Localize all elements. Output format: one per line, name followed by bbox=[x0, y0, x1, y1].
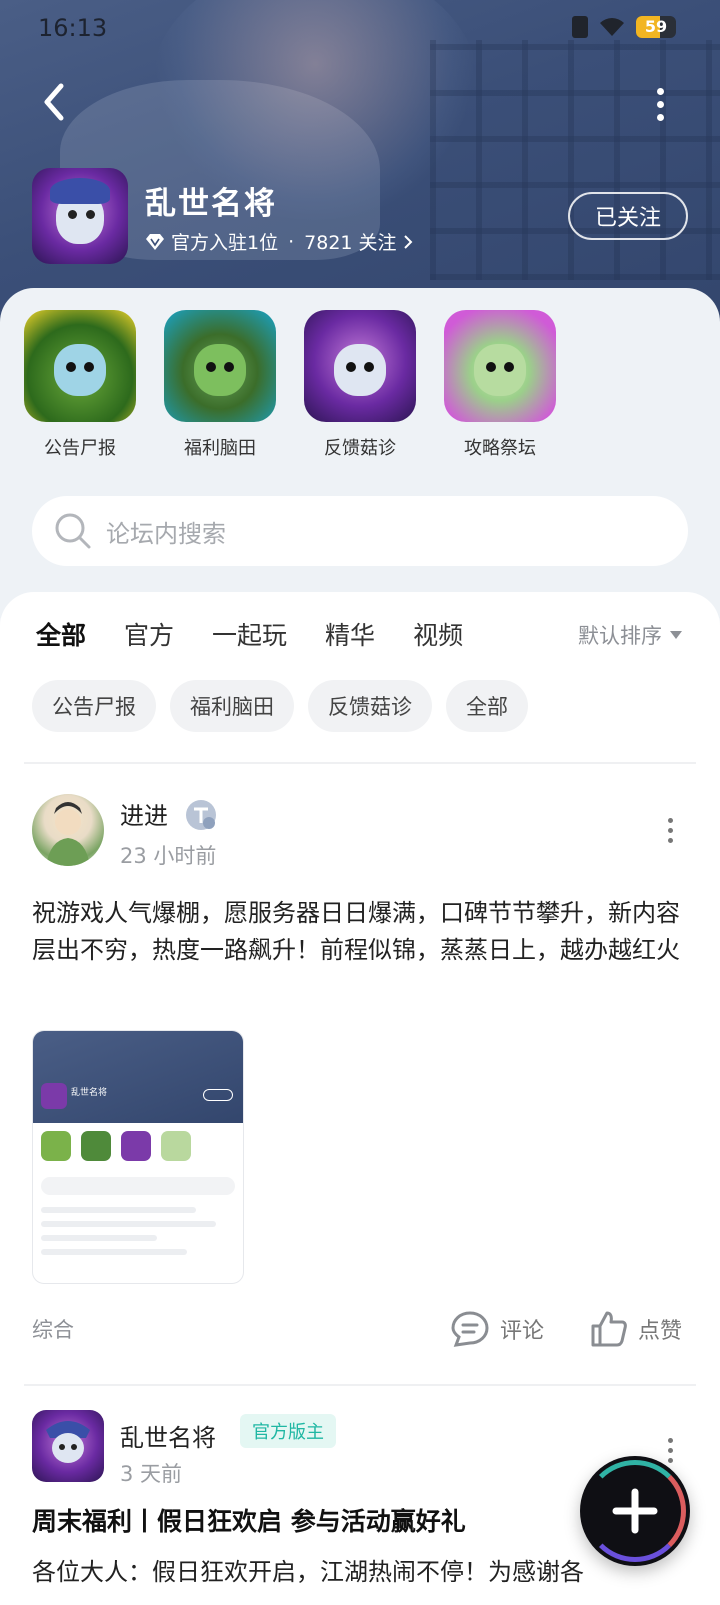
post-image-title: 乱世名将 bbox=[71, 1088, 108, 1098]
game-icon bbox=[32, 168, 128, 264]
search-icon bbox=[55, 513, 91, 549]
divider bbox=[24, 1384, 696, 1386]
like-label: 点赞 bbox=[638, 1319, 683, 1344]
more-options-button[interactable] bbox=[648, 86, 672, 122]
post-image[interactable]: 乱世名将 bbox=[32, 1030, 244, 1284]
avatar[interactable] bbox=[32, 794, 104, 866]
game-meta[interactable]: 官方入驻1位 · 7821 关注 bbox=[145, 228, 413, 255]
filter-chips: 公告尸报 福利脑田 反馈菇诊 全部 bbox=[32, 680, 528, 732]
post-title[interactable]: 周末福利丨假日狂欢启 参与活动赢好礼 bbox=[32, 1502, 466, 1538]
sub-forum-feedback[interactable]: 反馈菇诊 bbox=[304, 310, 416, 460]
avatar-image bbox=[46, 802, 90, 866]
diamond-icon bbox=[146, 233, 164, 250]
post-more-button[interactable] bbox=[660, 818, 680, 850]
post-time: 23 小时前 bbox=[120, 844, 217, 868]
wifi-icon bbox=[600, 18, 624, 36]
chevron-left-icon bbox=[44, 83, 64, 121]
post-author[interactable]: 进进 bbox=[120, 796, 168, 831]
chip-feedback[interactable]: 反馈菇诊 bbox=[308, 680, 432, 732]
sub-forum-announcement[interactable]: 公告尸报 bbox=[24, 310, 136, 460]
chevron-right-icon bbox=[403, 234, 412, 249]
comment-icon bbox=[451, 1311, 489, 1347]
tab-official[interactable]: 官方 bbox=[124, 616, 174, 652]
follow-button[interactable]: 已关注 bbox=[568, 192, 688, 240]
status-bar: 16:13 59 bbox=[0, 0, 720, 56]
search-input[interactable]: 论坛内搜索 bbox=[32, 496, 688, 566]
game-title: 乱世名将 bbox=[145, 186, 277, 222]
sort-label: 默认排序 bbox=[578, 624, 662, 648]
feed-tabs: 全部 官方 一起玩 精华 视频 bbox=[36, 616, 463, 658]
create-post-button[interactable] bbox=[580, 1456, 690, 1566]
feedback-icon bbox=[304, 310, 416, 422]
sub-forum-label: 攻略祭坛 bbox=[464, 438, 536, 459]
post-time: 3 天前 bbox=[120, 1462, 183, 1486]
chip-announcement[interactable]: 公告尸报 bbox=[32, 680, 156, 732]
post-category: 综合 bbox=[32, 1318, 74, 1342]
search-placeholder: 论坛内搜索 bbox=[106, 519, 226, 548]
post-body[interactable]: 各位大人：假日狂欢开启，江湖热闹不停！为感谢各 bbox=[32, 1554, 692, 1591]
comment-label: 评论 bbox=[500, 1319, 545, 1344]
avatar-image bbox=[46, 1421, 90, 1463]
banner-art-lattice bbox=[430, 40, 720, 280]
thumbs-up-icon bbox=[591, 1311, 627, 1347]
avatar[interactable] bbox=[32, 1410, 104, 1482]
tab-video[interactable]: 视频 bbox=[413, 616, 463, 652]
level-badge-icon bbox=[186, 800, 216, 830]
sub-forum-list: 公告尸报 福利脑田 反馈菇诊 攻略祭坛 bbox=[0, 310, 720, 460]
battery-level: 59 bbox=[644, 17, 668, 36]
tab-featured[interactable]: 精华 bbox=[325, 616, 375, 652]
post-author[interactable]: 乱世名将 bbox=[120, 1418, 216, 1453]
sub-forum-welfare[interactable]: 福利脑田 bbox=[164, 310, 276, 460]
back-button[interactable] bbox=[34, 82, 74, 122]
status-time: 16:13 bbox=[38, 14, 108, 42]
announcement-icon bbox=[24, 310, 136, 422]
plus-icon bbox=[612, 1488, 658, 1534]
sub-forum-label: 福利脑田 bbox=[184, 438, 256, 459]
official-count: 官方入驻1位 bbox=[171, 232, 279, 254]
post-body[interactable]: 祝游戏人气爆棚，愿服务器日日爆满，口碑节节攀升，新内容层出不穷，热度一路飙升！前… bbox=[32, 895, 692, 969]
tab-all[interactable]: 全部 bbox=[36, 616, 87, 658]
status-icons: 59 bbox=[572, 16, 676, 38]
meta-separator: · bbox=[288, 230, 295, 253]
chip-welfare[interactable]: 福利脑田 bbox=[170, 680, 294, 732]
sort-dropdown[interactable]: 默认排序 bbox=[578, 620, 682, 650]
sub-forum-label: 反馈菇诊 bbox=[324, 438, 396, 459]
comment-button[interactable]: 评论 bbox=[450, 1310, 544, 1348]
dropdown-arrow-icon bbox=[670, 631, 682, 639]
sub-forum-label: 公告尸报 bbox=[44, 438, 116, 459]
sub-forum-guides[interactable]: 攻略祭坛 bbox=[444, 310, 556, 460]
follower-count: 7821 关注 bbox=[304, 232, 397, 254]
welfare-icon bbox=[164, 310, 276, 422]
divider bbox=[24, 762, 696, 764]
battery-icon: 59 bbox=[636, 16, 676, 38]
moderator-badge: 官方版主 bbox=[240, 1414, 336, 1448]
sim-icon bbox=[572, 16, 588, 38]
like-button[interactable]: 点赞 bbox=[590, 1310, 682, 1348]
tab-play-together[interactable]: 一起玩 bbox=[212, 616, 287, 652]
chip-all[interactable]: 全部 bbox=[446, 680, 528, 732]
guides-icon bbox=[444, 310, 556, 422]
